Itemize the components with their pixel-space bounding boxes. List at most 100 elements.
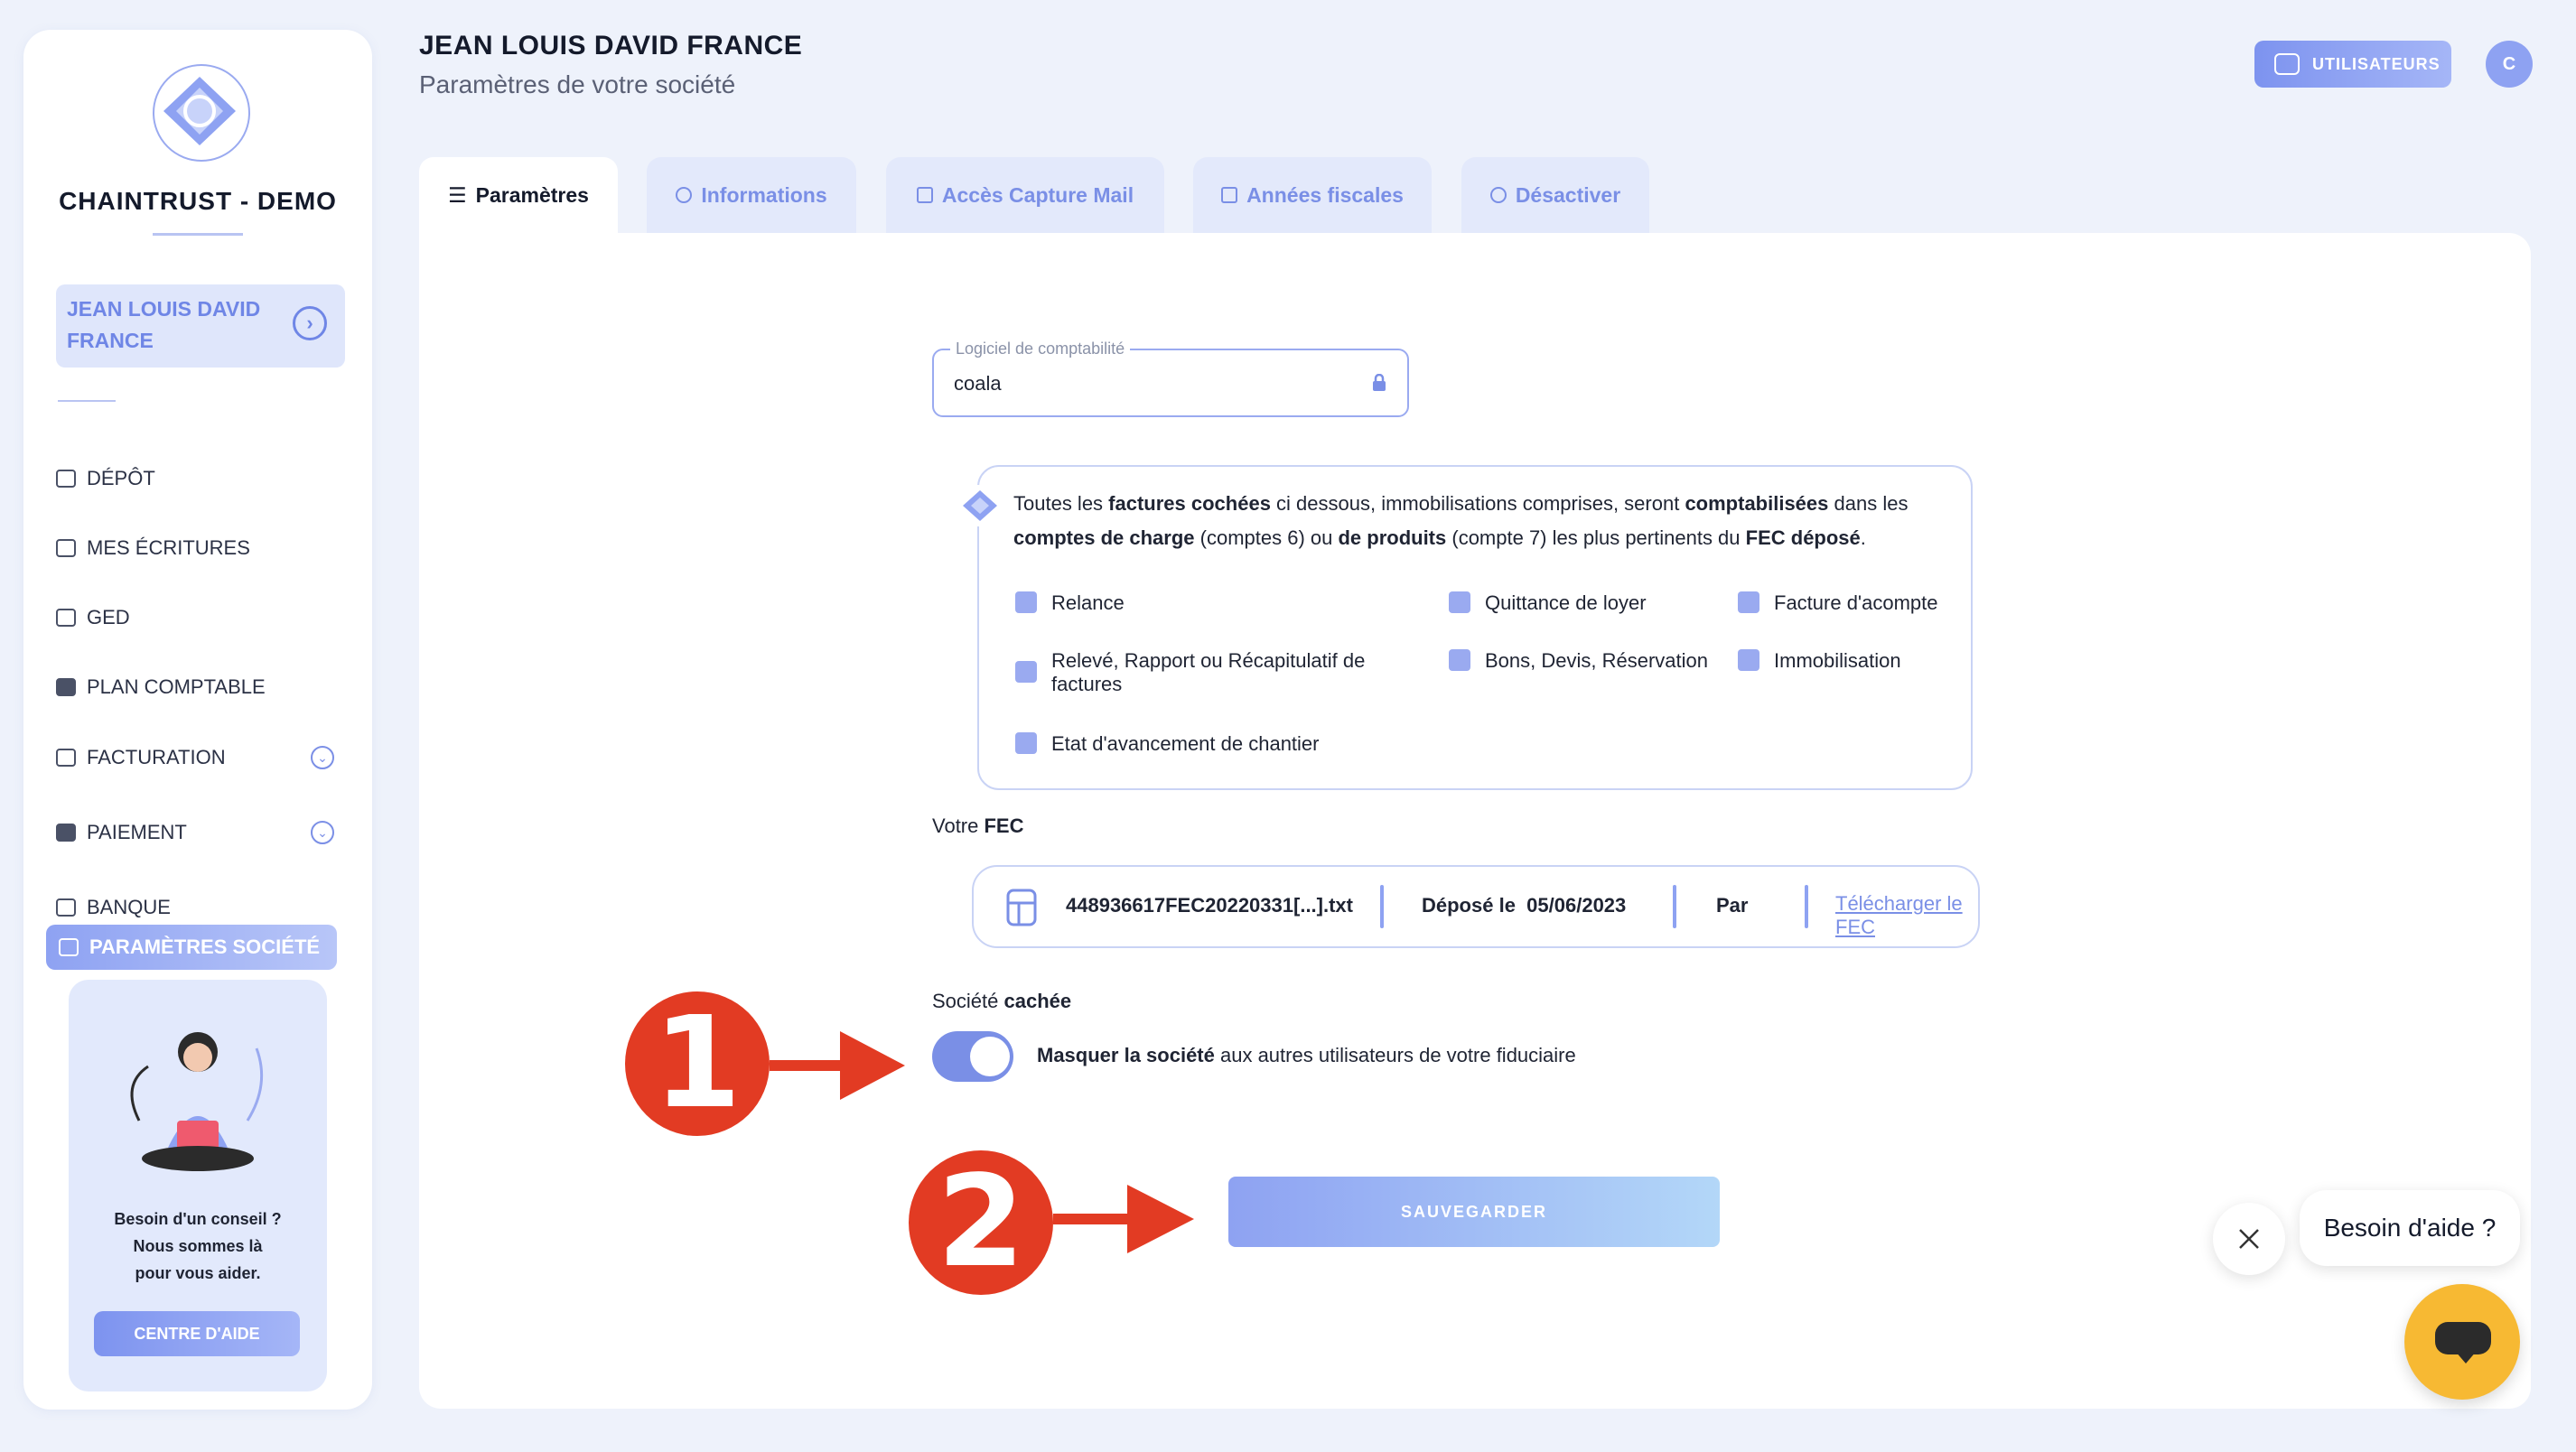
page-subtitle: Paramètres de votre société (419, 70, 736, 98)
help-text: Besoin d'un conseil ? Nous sommes là pou… (114, 1210, 282, 1282)
tab-parametres[interactable]: ☰ Paramètres (419, 157, 618, 233)
illustration-woman-laptop (130, 1032, 264, 1171)
close-circle-icon (1489, 187, 1507, 203)
tab-informations[interactable]: Informations (647, 157, 856, 233)
help-bubble[interactable]: Besoin d'aide ? (2300, 1190, 2520, 1266)
sidebar-item-label: PLAN COMPTABLE (87, 675, 266, 698)
brand-underline (153, 233, 243, 236)
checkbox[interactable] (1449, 649, 1470, 671)
checkbox[interactable] (1738, 591, 1759, 613)
close-help-button[interactable] (2213, 1203, 2285, 1275)
field-label: Logiciel de comptabilité (950, 340, 1131, 358)
hide-company-toggle[interactable] (932, 1031, 1013, 1082)
chaintrust-diamond-icon (959, 485, 1001, 526)
accounting-software-value: coala (954, 372, 1002, 395)
document-icon (56, 609, 76, 627)
sliders-icon (59, 938, 79, 956)
checkbox-etat-avancement-chantier[interactable]: Etat d'avancement de chantier (1015, 732, 1320, 756)
sidebar-item-label: GED (87, 606, 130, 628)
sliders-icon: ☰ (448, 182, 467, 207)
users-icon (2274, 53, 2300, 75)
tab-desactiver[interactable]: Désactiver (1461, 157, 1649, 233)
calendar-icon (1221, 187, 1238, 203)
fec-deposited: Déposé le 05/06/2023 (1422, 894, 1627, 917)
separator (1380, 885, 1384, 928)
checkbox[interactable] (1015, 661, 1037, 683)
tab-acces-capture-mail[interactable]: Accès Capture Mail (886, 157, 1164, 233)
checkbox-immobilisation[interactable]: Immobilisation (1738, 649, 1901, 673)
annotation-marker-2: 2 (909, 1150, 1053, 1295)
checkbox[interactable] (1015, 591, 1037, 613)
chevron-right-icon[interactable]: › (293, 306, 327, 340)
sidebar-item-plan-comptable[interactable]: PLAN COMPTABLE (56, 667, 345, 707)
company-name-line2: FRANCE (67, 329, 154, 352)
save-button[interactable]: SAUVEGARDER (1228, 1177, 1720, 1247)
hidden-company-label: Société cachée (932, 990, 1072, 1012)
help-center-button[interactable]: CENTRE D'AIDE (94, 1311, 300, 1356)
checkbox-quittance-de-loyer[interactable]: Quittance de loyer (1449, 591, 1647, 615)
brand-name: CHAINTRUST - DEMO (59, 187, 337, 215)
checkbox-bons-devis-reservation[interactable]: Bons, Devis, Réservation (1449, 649, 1708, 673)
separator (1805, 885, 1808, 928)
checkbox[interactable] (1738, 649, 1759, 671)
card-icon (56, 824, 76, 842)
sidebar-divider (58, 400, 116, 402)
tab-annees-fiscales[interactable]: Années fiscales (1193, 157, 1432, 233)
folder-icon (56, 470, 76, 488)
close-icon (2239, 1229, 2259, 1249)
sidebar-item-depot[interactable]: DÉPÔT (56, 459, 345, 498)
sidebar: CHAINTRUST - DEMO JEAN LOUIS DAVID FRANC… (23, 30, 372, 1410)
company-name: JEAN LOUIS DAVID FRANCE (67, 293, 284, 357)
checkbox[interactable] (1015, 732, 1037, 754)
chat-launcher-button[interactable] (2404, 1284, 2520, 1400)
fec-filename: 448936617FEC20220331[...].txt (1066, 894, 1353, 917)
checkbox-facture-dacompte[interactable]: Facture d'acompte (1738, 591, 1938, 615)
chat-icon-tail (2455, 1351, 2477, 1364)
checkbox[interactable] (1449, 591, 1470, 613)
info-text: Toutes les factures cochées ci dessous, … (1013, 492, 1909, 549)
users-button[interactable]: UTILISATEURS (2254, 41, 2451, 88)
company-switcher[interactable]: JEAN LOUIS DAVID FRANCE › (56, 284, 345, 368)
sidebar-item-ged[interactable]: GED (56, 598, 345, 638)
separator (1673, 885, 1676, 928)
annotation-marker-1: 1 (625, 991, 770, 1136)
sidebar-item-label: MES ÉCRITURES (87, 536, 250, 559)
folder-icon (56, 539, 76, 557)
accounting-software-field: Logiciel de comptabilité coala (932, 340, 1409, 417)
avatar[interactable]: C (2486, 41, 2533, 88)
sidebar-item-facturation[interactable]: FACTURATION ⌄ (56, 738, 345, 777)
hide-company-text: Masquer la société aux autres utilisateu… (1037, 1044, 1576, 1066)
bank-icon (56, 898, 76, 917)
download-fec-link[interactable]: Télécharger le FEC (1835, 892, 1978, 939)
help-card: Besoin d'un conseil ? Nous sommes là pou… (69, 980, 327, 1392)
checkbox-releve-rapport[interactable]: Relevé, Rapport ou Récapitulatif de fact… (1015, 649, 1377, 696)
sidebar-item-paiement[interactable]: PAIEMENT ⌄ (56, 813, 345, 852)
fec-by: Par (1716, 894, 1749, 917)
mail-icon (916, 187, 933, 203)
checkbox-relance[interactable]: Relance (1015, 591, 1125, 615)
chevron-down-icon[interactable]: ⌄ (311, 821, 334, 844)
sidebar-item-label: PARAMÈTRES SOCIÉTÉ (89, 935, 321, 958)
info-icon (676, 187, 693, 203)
sidebar-item-banque[interactable]: BANQUE (56, 888, 345, 927)
sidebar-item-parametres-societe[interactable]: PARAMÈTRES SOCIÉTÉ (46, 925, 337, 970)
page-title: JEAN LOUIS DAVID FRANCE (419, 31, 803, 60)
sidebar-item-mes-ecritures[interactable]: MES ÉCRITURES (56, 528, 345, 568)
sidebar-item-label: DÉPÔT (87, 467, 155, 489)
ledger-icon (56, 678, 76, 696)
annotation-arrow-1 (770, 1031, 905, 1100)
sidebar-item-label: FACTURATION (87, 746, 226, 768)
toggle-knob (970, 1037, 1010, 1076)
annotation-arrow-2 (1053, 1185, 1194, 1253)
lock-icon (1373, 374, 1386, 391)
chat-icon (2435, 1322, 2491, 1354)
company-name-line1: JEAN LOUIS DAVID (67, 297, 261, 321)
sidebar-item-label: PAIEMENT (87, 821, 187, 843)
chevron-down-icon[interactable]: ⌄ (311, 746, 334, 769)
info-box: Toutes les factures cochées ci dessous, … (959, 465, 1973, 790)
sidebar-item-label: BANQUE (87, 896, 171, 918)
file-icon (1006, 889, 1037, 926)
fec-label: Votre FEC (932, 814, 1024, 837)
fec-card: 448936617FEC20220331[...].txt Déposé le … (972, 865, 1980, 948)
invoice-icon (56, 749, 76, 767)
